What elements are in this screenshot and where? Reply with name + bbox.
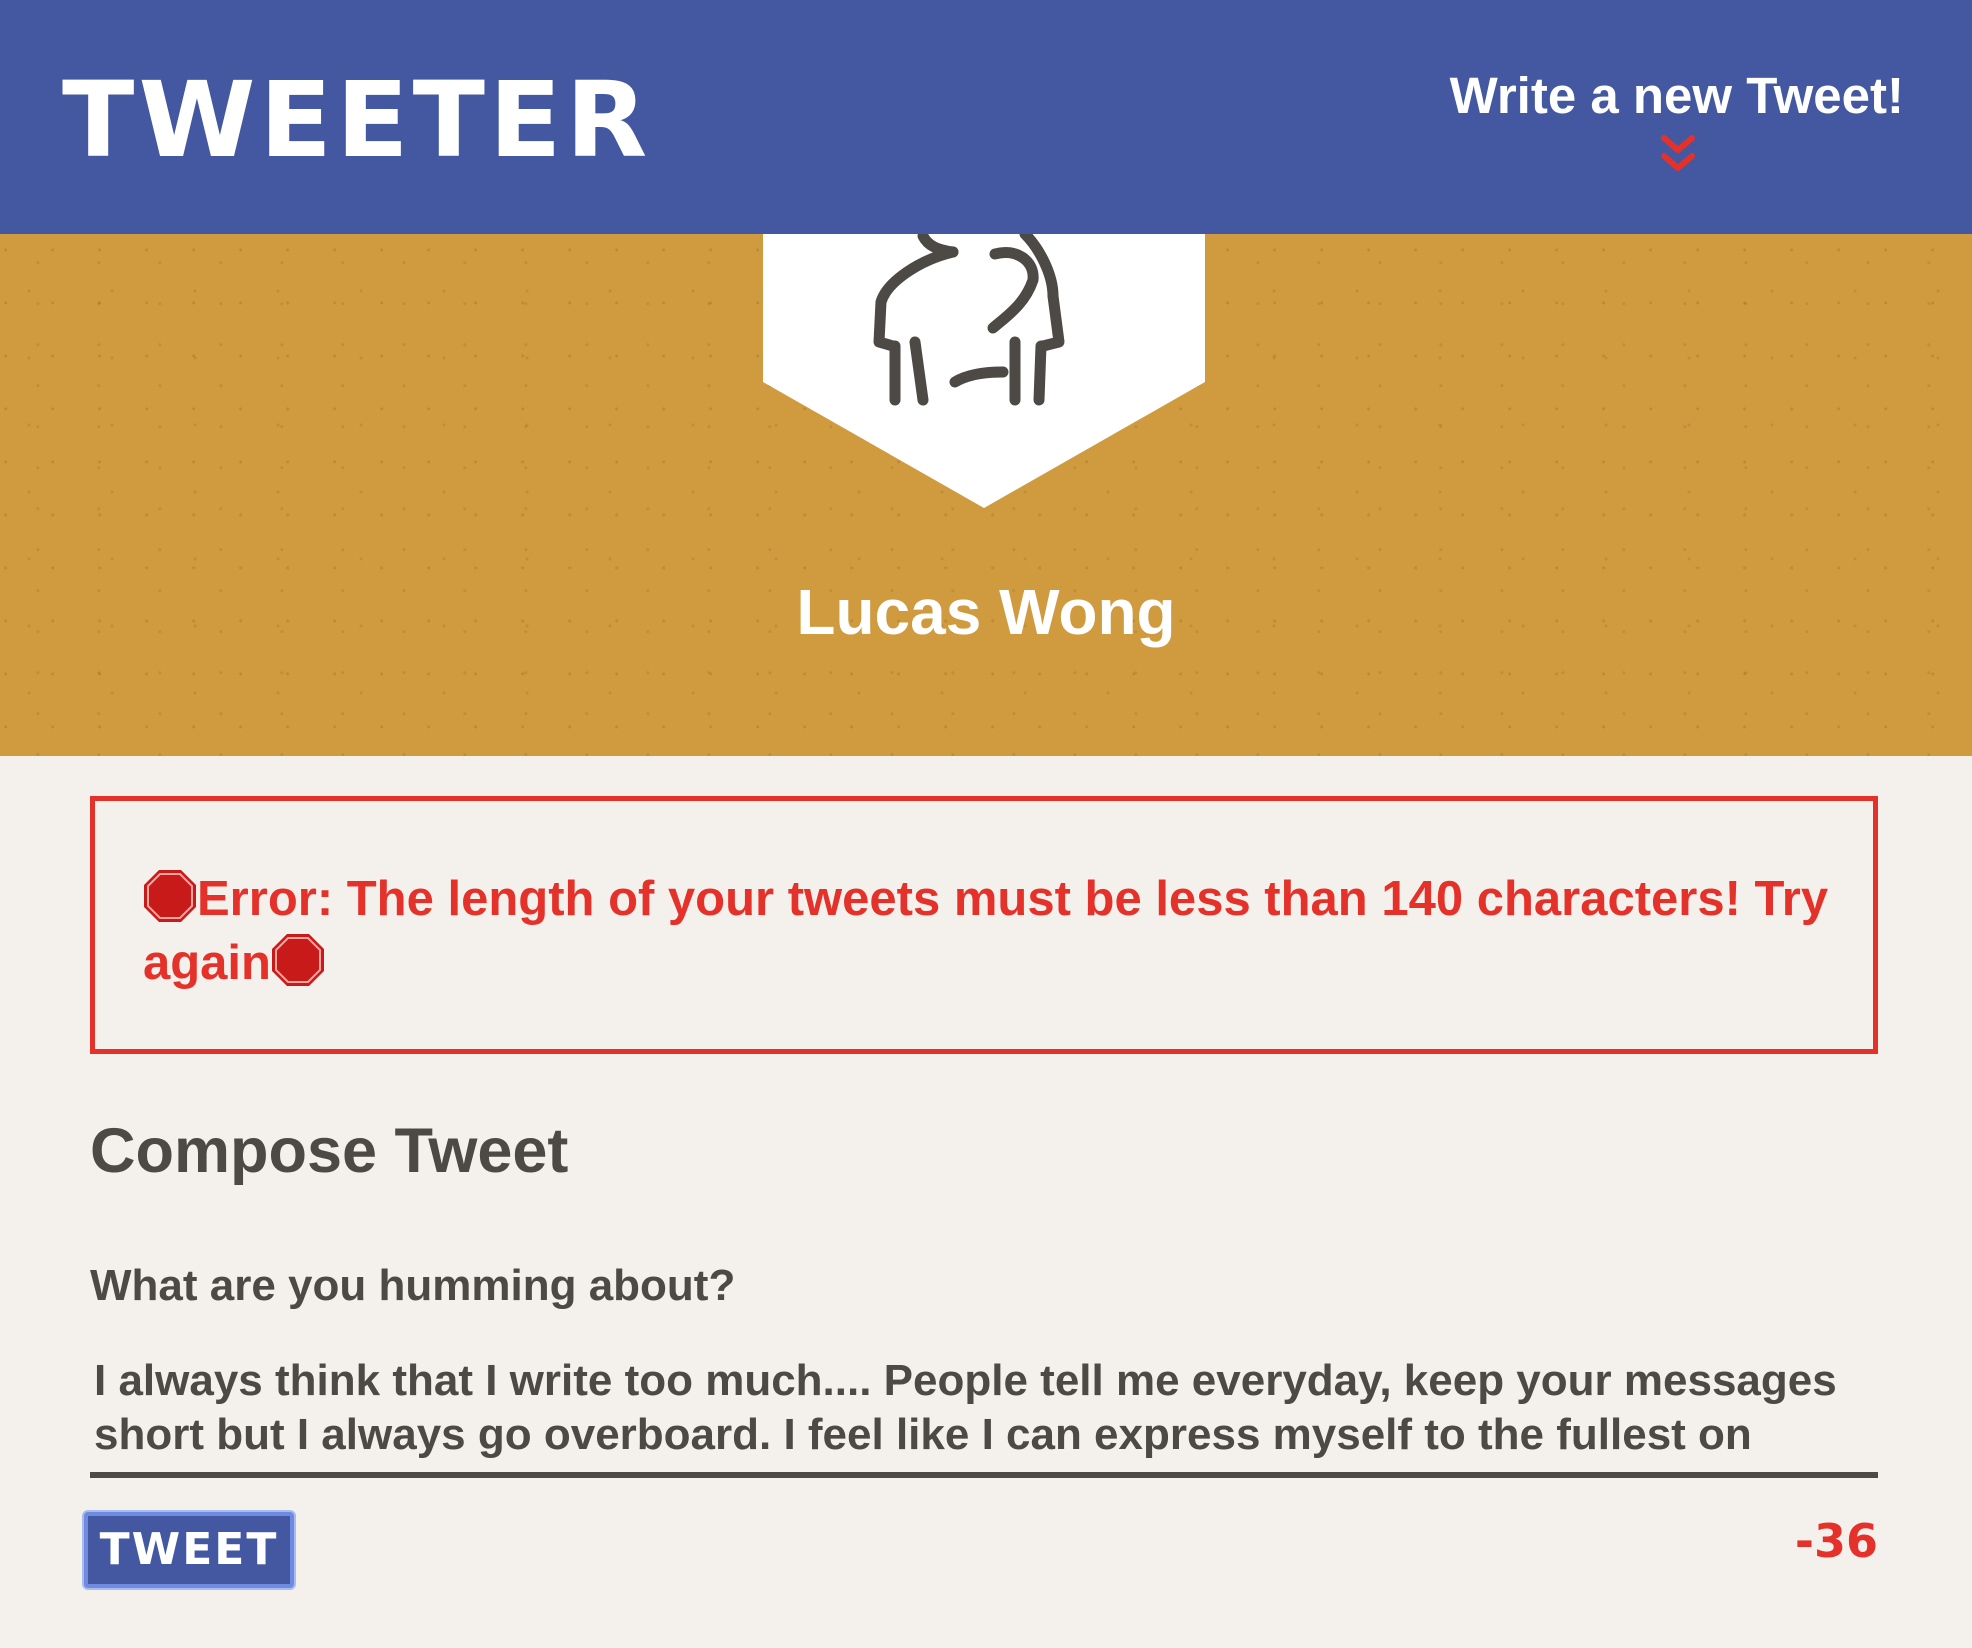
person-avatar-icon [763, 234, 1205, 508]
character-counter: -36 [1794, 1514, 1878, 1568]
compose-title: Compose Tweet [90, 1116, 569, 1186]
double-chevron-down-icon[interactable] [1658, 132, 1698, 176]
write-new-tweet-link[interactable]: Write a new Tweet! [1450, 67, 1904, 124]
stop-sign-icon [271, 934, 324, 986]
profile-header: Lucas Wong [0, 234, 1972, 756]
error-message-box: Error: The length of your tweets must be… [90, 796, 1878, 1054]
app-logo[interactable]: TWEETER [62, 68, 651, 172]
tweet-button[interactable]: TWEET [84, 1512, 294, 1588]
nav-bar: TWEETER Write a new Tweet! [0, 0, 1972, 234]
main-content: Error: The length of your tweets must be… [0, 756, 1972, 1648]
stop-sign-icon [144, 870, 196, 922]
error-message-text: Error: The length of your tweets must be… [143, 872, 1829, 990]
tweet-textarea[interactable]: I always think that I write too much....… [90, 1354, 1878, 1478]
tweet-prompt-label: What are you humming about? [90, 1261, 736, 1310]
profile-name: Lucas Wong [796, 576, 1176, 648]
